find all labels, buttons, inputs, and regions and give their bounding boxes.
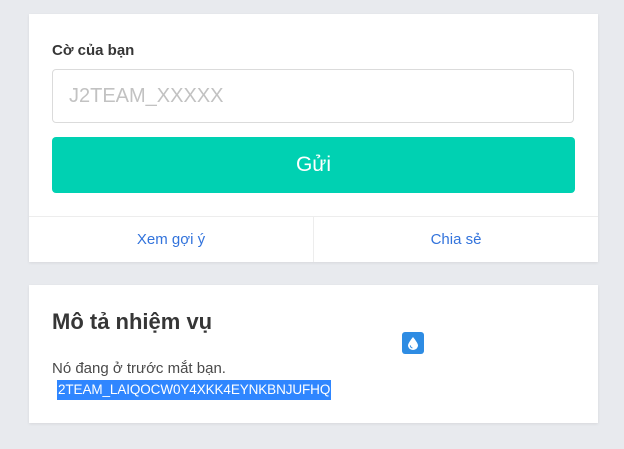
- task-description-card: Mô tả nhiệm vụ Nó đang ở trước mắt bạn. …: [29, 285, 598, 423]
- selected-flag-text: 2TEAM_LAIQOCW0Y4XKK4EYNKBNJUFHQ: [57, 380, 332, 400]
- flag-label: Cờ của bạn: [52, 42, 135, 59]
- description-title: Mô tả nhiệm vụ: [52, 309, 213, 334]
- share-link[interactable]: Chia sẻ: [313, 217, 598, 262]
- flag-submit-card: Cờ của bạn Gửi Xem gợi ý Chia sẻ: [29, 14, 598, 262]
- water-drop-icon[interactable]: [402, 332, 424, 354]
- card-footer: Xem gợi ý Chia sẻ: [29, 216, 598, 262]
- view-hint-link[interactable]: Xem gợi ý: [29, 217, 313, 262]
- flag-input[interactable]: [52, 69, 574, 123]
- description-text: Nó đang ở trước mắt bạn.: [52, 360, 226, 377]
- submit-button[interactable]: Gửi: [52, 137, 575, 193]
